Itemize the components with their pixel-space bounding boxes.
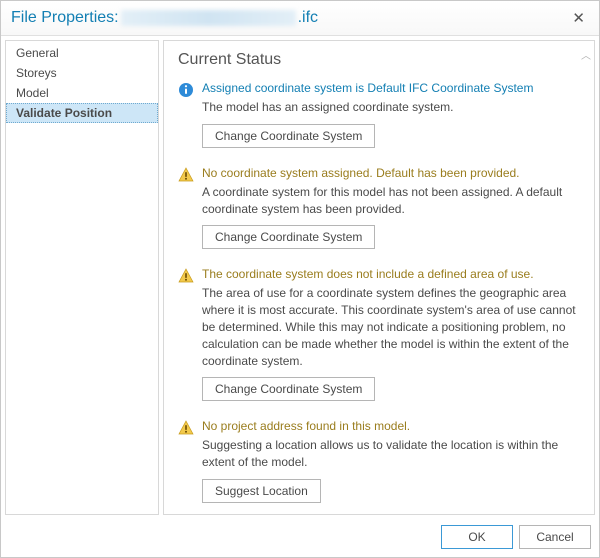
sidebar-item-storeys[interactable]: Storeys <box>6 63 158 83</box>
status-heading: No project address found in this model. <box>202 419 580 433</box>
status-content: No project address found in this model. S… <box>202 419 580 503</box>
status-block: No project address found in this model. S… <box>178 419 580 503</box>
filename-redacted <box>121 10 296 26</box>
status-content: No coordinate system assigned. Default h… <box>202 166 580 250</box>
sidebar: GeneralStoreysModelValidate Position <box>5 40 159 515</box>
status-content: The coordinate system does not include a… <box>202 267 580 401</box>
ok-button[interactable]: OK <box>441 525 513 549</box>
warning-icon <box>178 167 194 183</box>
scroll-up-indicator[interactable]: ︿ <box>581 47 591 62</box>
dialog-body: GeneralStoreysModelValidate Position ︿ C… <box>1 36 599 519</box>
status-heading: The coordinate system does not include a… <box>202 267 580 281</box>
status-list: Assigned coordinate system is Default IF… <box>178 81 580 503</box>
status-block: No coordinate system assigned. Default h… <box>178 166 580 250</box>
status-description: Suggesting a location allows us to valid… <box>202 437 580 471</box>
status-block: Assigned coordinate system is Default IF… <box>178 81 580 148</box>
warning-icon <box>178 420 194 436</box>
footer: OK Cancel <box>1 519 599 557</box>
status-description: The area of use for a coordinate system … <box>202 285 580 369</box>
sidebar-item-model[interactable]: Model <box>6 83 158 103</box>
status-block: The coordinate system does not include a… <box>178 267 580 401</box>
titlebar: File Properties: .ifc ✕ <box>1 1 599 36</box>
change-coordinate-system-button[interactable]: Change Coordinate System <box>202 124 375 148</box>
change-coordinate-system-button[interactable]: Change Coordinate System <box>202 225 375 249</box>
cancel-button[interactable]: Cancel <box>519 525 591 549</box>
sidebar-item-validate-position[interactable]: Validate Position <box>6 103 158 123</box>
status-description: A coordinate system for this model has n… <box>202 184 580 218</box>
warning-icon <box>178 268 194 284</box>
info-icon <box>178 82 194 98</box>
title-extension: .ifc <box>298 9 318 27</box>
title-prefix: File Properties: <box>11 9 119 27</box>
status-heading: Assigned coordinate system is Default IF… <box>202 81 580 95</box>
page-title: Current Status <box>178 51 580 69</box>
status-content: Assigned coordinate system is Default IF… <box>202 81 580 148</box>
status-heading: No coordinate system assigned. Default h… <box>202 166 580 180</box>
main-panel: ︿ Current Status Assigned coordinate sys… <box>163 40 595 515</box>
close-icon[interactable]: ✕ <box>566 7 591 29</box>
suggest-location-button[interactable]: Suggest Location <box>202 479 321 503</box>
sidebar-item-general[interactable]: General <box>6 43 158 63</box>
status-description: The model has an assigned coordinate sys… <box>202 99 580 116</box>
change-coordinate-system-button[interactable]: Change Coordinate System <box>202 377 375 401</box>
